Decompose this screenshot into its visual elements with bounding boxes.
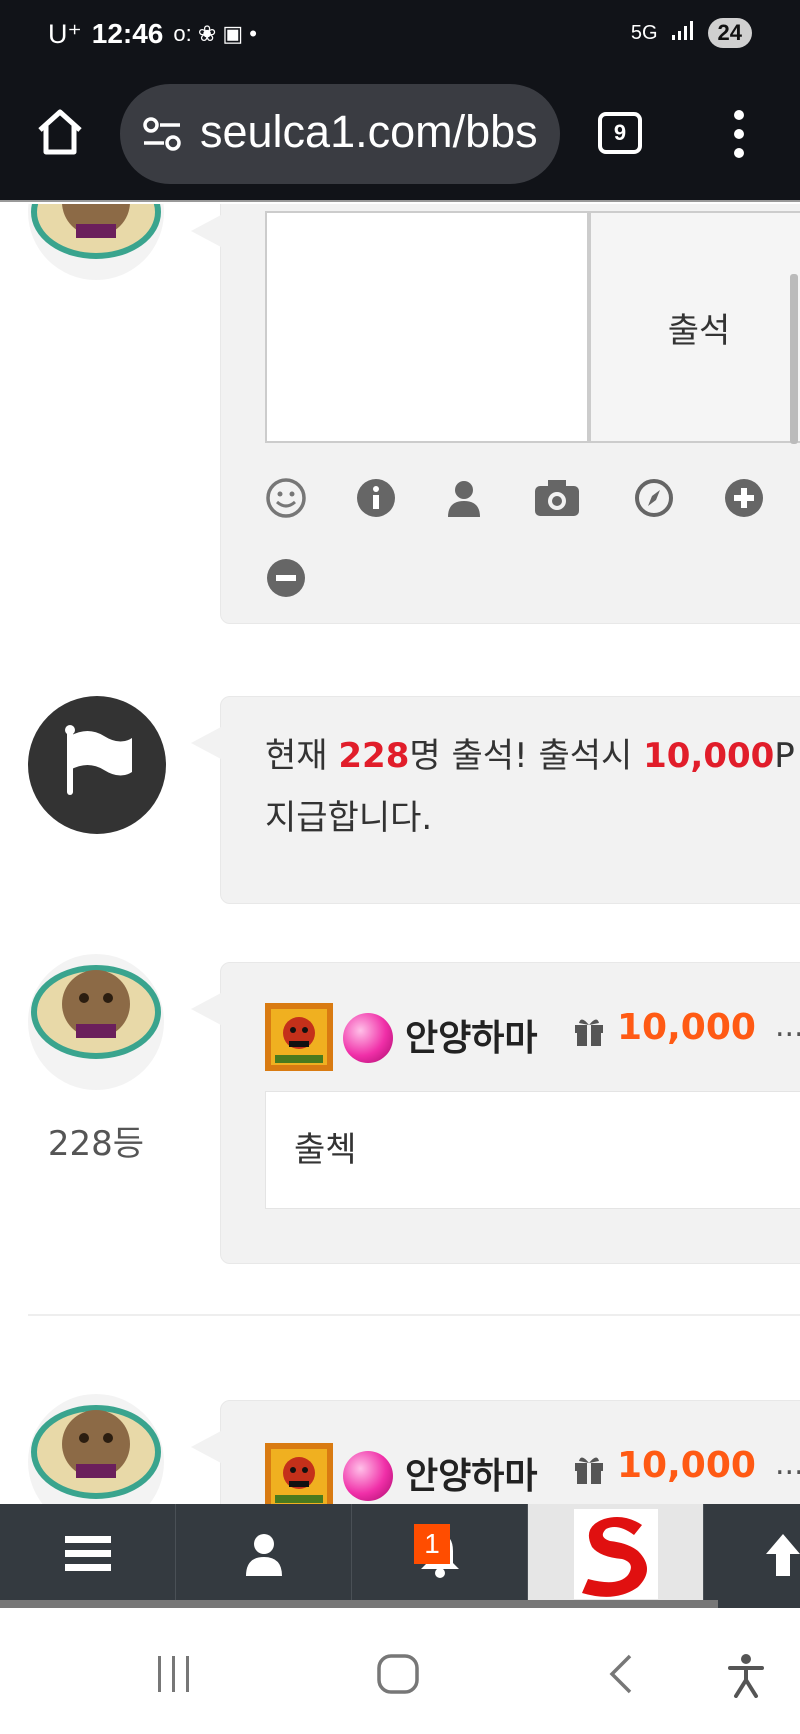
avatar	[28, 1394, 164, 1504]
signal-icon	[670, 19, 696, 47]
user-icon	[244, 1532, 284, 1580]
checkin-form: 출석	[191, 204, 800, 624]
carrier-label: U⁺	[48, 18, 82, 49]
page-progress-bar	[0, 1600, 718, 1608]
accessibility-icon[interactable]	[726, 1654, 766, 1702]
logo-s-icon	[573, 1509, 658, 1603]
nickname[interactable]: 안양하마	[405, 1009, 537, 1061]
notification-icons: o: ❀ ▣ •	[173, 21, 257, 46]
smile-icon[interactable]	[265, 477, 307, 519]
browser-toolbar: seulca1.com/bbs 9	[0, 76, 800, 202]
back-icon[interactable]	[606, 1654, 636, 1698]
recent-apps-icon[interactable]	[154, 1654, 194, 1698]
reward-points: 10,000	[643, 736, 775, 776]
menu-button[interactable]	[0, 1504, 176, 1608]
status-left: U⁺ 12:46 o: ❀ ▣ •	[48, 18, 257, 50]
checkin-submit-button[interactable]: 출석	[589, 211, 800, 443]
rank-label: 228등	[47, 1124, 145, 1164]
points-value: 10,000	[617, 1007, 756, 1048]
checkin-count: 228	[338, 736, 410, 776]
notification-badge: 1	[414, 1524, 450, 1564]
home-icon[interactable]	[34, 106, 86, 158]
home-nav-icon[interactable]	[376, 1654, 420, 1698]
checkin-notice: 현재 228명 출석! 출석시 10,000P 지급합니다.	[191, 696, 800, 904]
site-logo-button[interactable]	[528, 1504, 704, 1608]
divider	[28, 1314, 800, 1316]
profile-button[interactable]	[176, 1504, 352, 1608]
level-badge-icon	[265, 1003, 333, 1071]
tab-switcher-button[interactable]: 9	[598, 112, 642, 154]
notice-avatar	[28, 696, 166, 834]
more-options[interactable]: ...	[775, 1447, 800, 1482]
comment-card: 안양하마 10,000 ...	[191, 1400, 800, 1504]
notice-suffix: P	[774, 736, 795, 776]
hamburger-icon	[64, 1534, 111, 1578]
avatar	[28, 954, 164, 1090]
page-content: 출석 현재 228명 출석! 출석시 10,000P 지급합니다. 228등 안…	[0, 204, 800, 1504]
bottom-nav: 1	[0, 1504, 800, 1608]
plus-circle-icon[interactable]	[723, 477, 765, 519]
minus-circle-icon[interactable]	[265, 557, 307, 599]
gift-icon	[573, 1453, 605, 1485]
notice-line2: 지급합니다.	[265, 798, 433, 838]
gift-icon	[573, 1015, 605, 1047]
notice-prefix: 현재	[265, 736, 339, 776]
camera-icon[interactable]	[533, 477, 581, 519]
site-settings-icon[interactable]	[142, 116, 182, 152]
address-bar[interactable]: seulca1.com/bbs	[120, 84, 560, 184]
comment-card: 안양하마 10,000 ... 출첵	[191, 962, 800, 1264]
status-right: 5G 24	[631, 18, 752, 48]
system-navigation-bar	[0, 1608, 800, 1734]
more-menu-icon[interactable]	[730, 110, 748, 160]
avatar	[28, 204, 164, 280]
url-text[interactable]: seulca1.com/bbs	[200, 106, 538, 158]
points-value: 10,000	[617, 1445, 756, 1486]
more-options[interactable]: ...	[775, 1009, 800, 1044]
notice-text: 현재 228명 출석! 출석시 10,000P 지급합니다.	[221, 697, 800, 849]
battery-indicator: 24	[707, 18, 752, 48]
arrow-up-icon	[766, 1532, 800, 1580]
scrollbar[interactable]	[790, 274, 798, 444]
gem-icon	[343, 1451, 393, 1501]
nickname[interactable]: 안양하마	[405, 1447, 537, 1499]
info-icon[interactable]	[355, 477, 397, 519]
network-label: 5G	[630, 21, 658, 44]
status-bar: U⁺ 12:46 o: ❀ ▣ • 5G 24	[0, 0, 800, 76]
user-icon[interactable]	[443, 477, 485, 519]
scroll-top-button[interactable]	[704, 1504, 800, 1608]
clock: 12:46	[91, 18, 164, 49]
compass-icon[interactable]	[633, 477, 675, 519]
comment-text: 출첵	[265, 1091, 800, 1209]
level-badge-icon	[265, 1443, 333, 1504]
gem-icon	[343, 1013, 393, 1063]
notice-middle: 명 출석! 출석시	[409, 736, 644, 776]
checkin-textarea[interactable]	[265, 211, 589, 443]
